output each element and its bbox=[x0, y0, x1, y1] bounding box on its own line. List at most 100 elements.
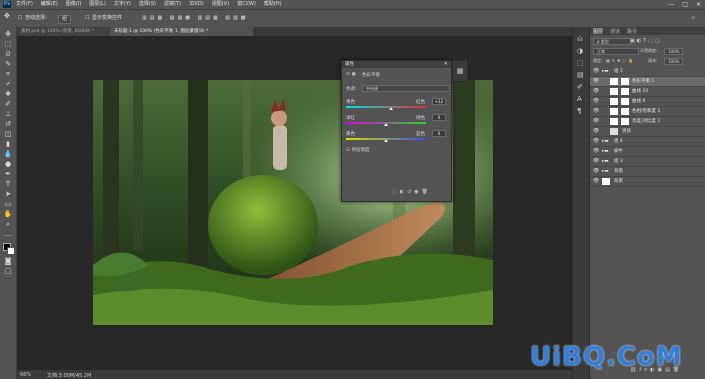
lock-icons[interactable]: ▦✎✥⬚🔒 bbox=[606, 58, 635, 63]
stamp-tool-icon[interactable]: ⊥ bbox=[3, 110, 13, 119]
menu-item[interactable]: 视图(V) bbox=[212, 1, 229, 8]
layer-row[interactable]: 👁 ▸▬ 组 1 bbox=[590, 67, 705, 77]
layer-row[interactable]: 👁 曲线 10 bbox=[590, 87, 705, 97]
layer-row[interactable]: 👁 亮度/对比度 1 bbox=[590, 117, 705, 127]
styles-icon[interactable]: ⬚ bbox=[577, 59, 584, 67]
menu-item[interactable]: 图像(I) bbox=[66, 1, 81, 8]
filter-icons[interactable]: ▣◐T⬚▢ bbox=[630, 38, 662, 44]
visibility-icon[interactable]: 👁 bbox=[593, 177, 599, 186]
background-color-swatch[interactable] bbox=[7, 247, 15, 255]
blend-mode-dropdown[interactable]: 正常 bbox=[593, 48, 639, 55]
tone-dropdown[interactable]: 中间调 bbox=[362, 85, 450, 92]
visibility-icon[interactable]: 👁 bbox=[593, 87, 599, 96]
folder-icon[interactable]: ▸▬ bbox=[602, 137, 609, 146]
menu-item[interactable]: 3D(D) bbox=[189, 1, 204, 8]
menu-item[interactable]: 选择(S) bbox=[139, 1, 156, 8]
close-button[interactable]: ✕ bbox=[696, 0, 701, 9]
shape-tool-icon[interactable]: ▭ bbox=[3, 200, 13, 209]
auto-select-dropdown[interactable]: 组 bbox=[58, 15, 72, 24]
panel-footer-icons[interactable]: ⬚◐↺◉🗑 bbox=[392, 189, 431, 195]
opacity-input[interactable]: 100% bbox=[664, 48, 684, 55]
close-panel-icon[interactable]: ✕ bbox=[444, 61, 448, 68]
show-transform-checkbox[interactable]: ☐ bbox=[85, 15, 89, 22]
properties-header[interactable]: 属性 ✕ bbox=[342, 61, 451, 68]
preserve-luminosity[interactable]: ☑ 保留明度 bbox=[346, 147, 369, 153]
tab-paths[interactable]: 路径 bbox=[627, 28, 637, 35]
auto-select-checkbox[interactable]: ☐ bbox=[18, 15, 22, 22]
visibility-icon[interactable]: 👁 bbox=[593, 137, 599, 146]
character-icon[interactable]: A bbox=[577, 95, 582, 103]
folder-icon[interactable]: ▸▬ bbox=[602, 167, 609, 176]
visibility-icon[interactable]: 👁 bbox=[593, 67, 599, 76]
layer-row[interactable]: 👁 曲线 9 bbox=[590, 97, 705, 107]
screen-mode-icon[interactable]: ▢ bbox=[3, 267, 13, 276]
layer-mask-thumbnail[interactable] bbox=[621, 108, 629, 115]
brush-tool-icon[interactable]: ✐ bbox=[3, 100, 13, 109]
yellow-blue-slider[interactable]: 黄色 蓝色 0 bbox=[346, 130, 446, 142]
cyan-red-slider[interactable]: 青色 红色 +12 bbox=[346, 98, 446, 110]
tab-document-1[interactable]: 素材.psd @ 100% (背景, RGB/8) * bbox=[17, 27, 115, 36]
quick-select-tool-icon[interactable]: ✎ bbox=[3, 60, 13, 69]
layer-row[interactable]: 👁 ▸▬ 蜗牛 bbox=[590, 147, 705, 157]
filter-kind-dropdown[interactable]: ρ 类型 bbox=[593, 38, 631, 45]
menu-item[interactable]: 编辑(E) bbox=[41, 1, 58, 8]
visibility-icon[interactable]: 👁 bbox=[593, 107, 599, 116]
blur-tool-icon[interactable]: 💧 bbox=[3, 150, 13, 159]
path-select-tool-icon[interactable]: ➤ bbox=[3, 190, 13, 199]
tab-document-2[interactable]: 未标题-1 @ 100% (色彩平衡 1, 图层蒙版/8) * bbox=[110, 27, 253, 36]
layer-mask-thumbnail[interactable] bbox=[621, 88, 629, 95]
eyedropper-tool-icon[interactable]: ⌿ bbox=[3, 80, 13, 89]
libraries-icon[interactable]: ▤ bbox=[577, 71, 584, 79]
type-tool-icon[interactable]: T bbox=[3, 180, 13, 189]
move-tool-icon[interactable]: ✥ bbox=[3, 30, 13, 39]
hand-tool-icon[interactable]: ✋ bbox=[3, 210, 13, 219]
visibility-icon[interactable]: 👁 bbox=[593, 167, 599, 176]
zoom-tool-icon[interactable]: ⌕ bbox=[3, 220, 13, 229]
folder-icon[interactable]: ▸▬ bbox=[602, 67, 609, 76]
slider-knob[interactable] bbox=[389, 107, 393, 110]
slider-knob[interactable] bbox=[384, 123, 388, 126]
eraser-tool-icon[interactable]: ◫ bbox=[3, 130, 13, 139]
layer-row[interactable]: 👁 背景 bbox=[590, 177, 705, 187]
history-icon[interactable]: ⎌ bbox=[577, 35, 583, 44]
move-tool-icon[interactable]: ✥ bbox=[4, 13, 10, 20]
visibility-icon[interactable]: 👁 bbox=[593, 117, 599, 126]
adjustments-icon[interactable]: ◑ bbox=[577, 47, 583, 55]
search-icon[interactable]: ⌕ bbox=[692, 15, 695, 22]
layer-row[interactable]: 👁 ▸▬ 组 3 bbox=[590, 157, 705, 167]
tab-channels[interactable]: 通道 bbox=[610, 28, 620, 35]
tab-layers[interactable]: 图层 bbox=[593, 28, 603, 35]
layer-row[interactable]: 👁 男孩 bbox=[590, 127, 705, 137]
layer-mask-thumbnail[interactable] bbox=[621, 98, 629, 105]
layer-row[interactable]: 👁 ▸▬ 背景 bbox=[590, 167, 705, 177]
menu-item[interactable]: 文件(F) bbox=[16, 1, 33, 8]
visibility-icon[interactable]: 👁 bbox=[593, 157, 599, 166]
magenta-green-slider[interactable]: 洋红 绿色 0 bbox=[346, 114, 446, 126]
menu-item[interactable]: 窗口(W) bbox=[237, 1, 256, 8]
folder-icon[interactable]: ▸▬ bbox=[602, 147, 609, 156]
fill-input[interactable]: 100% bbox=[664, 58, 684, 65]
menu-item[interactable]: 图层(L) bbox=[89, 1, 106, 8]
paragraph-icon[interactable]: ¶ bbox=[577, 107, 581, 115]
pen-tool-icon[interactable]: ✒ bbox=[3, 170, 13, 179]
minimize-button[interactable]: — bbox=[668, 0, 674, 9]
folder-icon[interactable]: ▸▬ bbox=[602, 157, 609, 166]
more-tools-icon[interactable]: … bbox=[3, 230, 13, 239]
visibility-icon[interactable]: 👁 bbox=[593, 147, 599, 156]
visibility-icon[interactable]: 👁 bbox=[593, 127, 599, 136]
gradient-tool-icon[interactable]: ▮ bbox=[3, 140, 13, 149]
layer-mask-thumbnail[interactable] bbox=[621, 78, 629, 85]
lasso-tool-icon[interactable]: ᘐ bbox=[3, 50, 13, 59]
menu-item[interactable]: 滤镜(T) bbox=[164, 1, 181, 8]
menu-item[interactable]: 文字(Y) bbox=[114, 1, 131, 8]
brush-settings-icon[interactable]: ✐ bbox=[577, 83, 583, 91]
slider-knob[interactable] bbox=[384, 139, 388, 142]
layer-row[interactable]: 👁 色相/饱和度 1 bbox=[590, 107, 705, 117]
visibility-icon[interactable]: 👁 bbox=[593, 97, 599, 106]
quick-mask-icon[interactable]: ◙ bbox=[3, 257, 13, 266]
history-brush-tool-icon[interactable]: ↺ bbox=[3, 120, 13, 129]
layer-mask-thumbnail[interactable] bbox=[621, 118, 629, 125]
align-icons[interactable]: ▥▤▦ ▧▨▩ ▥▤▦ ▧▨▩ bbox=[142, 15, 248, 22]
crop-tool-icon[interactable]: ⌗ bbox=[3, 70, 13, 79]
marquee-tool-icon[interactable]: ⬚ bbox=[3, 40, 13, 49]
